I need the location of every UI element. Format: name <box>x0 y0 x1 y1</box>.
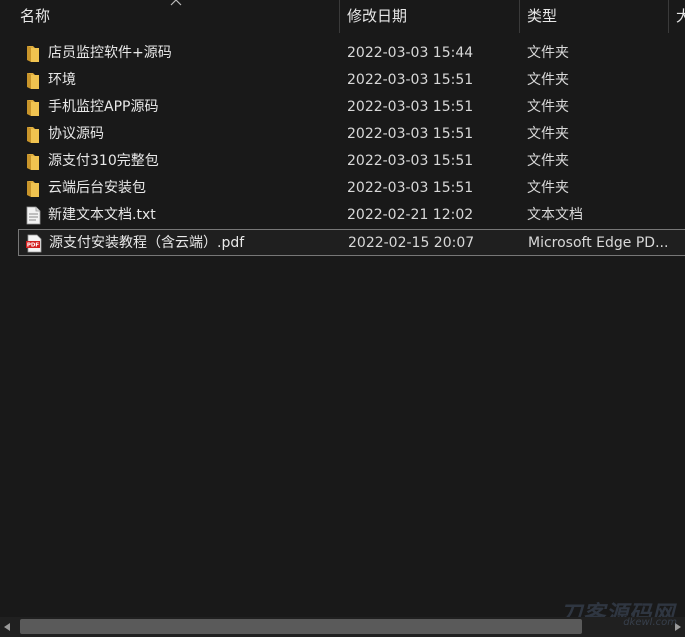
folder-icon <box>24 152 42 171</box>
watermark-url: dkewl.com <box>623 617 677 628</box>
scrollbar-thumb[interactable] <box>20 619 582 634</box>
file-row[interactable]: 手机监控APP源码 2022-03-03 15:51 文件夹 <box>18 94 685 121</box>
file-modified-date: 2022-03-03 15:51 <box>347 72 474 88</box>
file-row[interactable]: 源支付310完整包 2022-03-03 15:51 文件夹 <box>18 148 685 175</box>
column-divider[interactable] <box>668 0 669 33</box>
file-modified-date: 2022-03-03 15:44 <box>347 45 474 61</box>
folder-icon <box>24 98 42 117</box>
file-name: 云端后台安装包 <box>48 180 146 196</box>
file-row[interactable]: 环境 2022-03-03 15:51 文件夹 <box>18 67 685 94</box>
folder-icon <box>24 44 42 63</box>
column-header-size[interactable]: 大 <box>676 0 685 33</box>
file-type: 文件夹 <box>527 180 569 196</box>
pdf-file-icon: PDF <box>25 234 43 253</box>
folder-icon <box>24 71 42 90</box>
folder-icon <box>24 125 42 144</box>
file-name: 协议源码 <box>48 126 104 142</box>
file-type: 文件夹 <box>527 72 569 88</box>
text-file-icon <box>24 206 42 225</box>
file-row[interactable]: 云端后台安装包 2022-03-03 15:51 文件夹 <box>18 175 685 202</box>
file-row[interactable]: PDF 源支付安装教程（含云端）.pdf 2022-02-15 20:07 Micro… <box>18 229 685 256</box>
file-modified-date: 2022-03-03 15:51 <box>347 99 474 115</box>
file-modified-date: 2022-03-03 15:51 <box>347 126 474 142</box>
file-type: 文件夹 <box>527 99 569 115</box>
file-name: 源支付安装教程（含云端）.pdf <box>49 235 245 251</box>
column-header: 名称 修改日期 类型 大 <box>0 0 685 33</box>
file-name: 源支付310完整包 <box>48 153 159 169</box>
column-divider[interactable] <box>519 0 520 33</box>
svg-text:PDF: PDF <box>27 243 40 249</box>
scroll-left-icon[interactable] <box>4 623 10 631</box>
file-modified-date: 2022-03-03 15:51 <box>347 180 474 196</box>
file-modified-date: 2022-03-03 15:51 <box>347 153 474 169</box>
file-name: 新建文本文档.txt <box>48 207 156 223</box>
file-name: 手机监控APP源码 <box>48 99 159 115</box>
file-type: 文件夹 <box>527 153 569 169</box>
folder-icon <box>24 179 42 198</box>
file-row[interactable]: 协议源码 2022-03-03 15:51 文件夹 <box>18 121 685 148</box>
column-header-name[interactable]: 名称 <box>20 0 330 33</box>
file-type: 文本文档 <box>527 207 583 223</box>
file-type: 文件夹 <box>527 126 569 142</box>
file-modified-date: 2022-02-21 12:02 <box>347 207 474 223</box>
file-name: 环境 <box>48 72 76 88</box>
column-divider[interactable] <box>339 0 340 33</box>
column-header-type[interactable]: 类型 <box>527 0 662 33</box>
file-type: 文件夹 <box>527 45 569 61</box>
column-header-date[interactable]: 修改日期 <box>347 0 512 33</box>
horizontal-scrollbar[interactable] <box>0 617 685 637</box>
file-type: Microsoft Edge PD... <box>528 235 668 251</box>
file-modified-date: 2022-02-15 20:07 <box>348 235 475 251</box>
file-row[interactable]: 新建文本文档.txt 2022-02-21 12:02 文本文档 <box>18 202 685 229</box>
file-row[interactable]: 店员监控软件+源码 2022-03-03 15:44 文件夹 <box>18 40 685 67</box>
file-name: 店员监控软件+源码 <box>48 45 172 61</box>
